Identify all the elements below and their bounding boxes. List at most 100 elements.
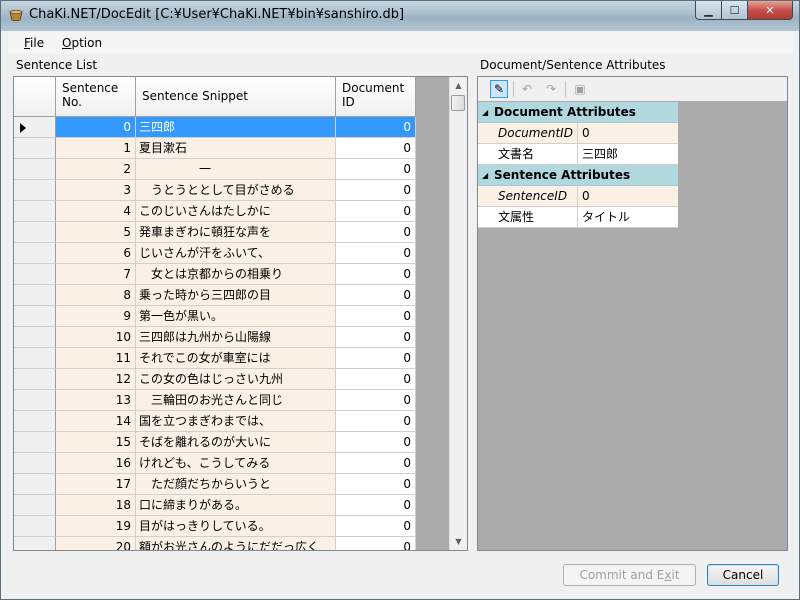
row-header[interactable] <box>14 117 56 138</box>
cell-document-id[interactable]: 0 <box>336 243 416 264</box>
cell-sentence-no[interactable]: 17 <box>56 474 136 495</box>
row-header[interactable] <box>14 180 56 201</box>
cell-document-id[interactable]: 0 <box>336 537 416 550</box>
row-header[interactable] <box>14 474 56 495</box>
cell-sentence-no[interactable]: 16 <box>56 453 136 474</box>
table-row[interactable]: 3 うとうととして目がさめる 0 <box>14 180 416 201</box>
row-header[interactable] <box>14 453 56 474</box>
undo-button[interactable]: ↶ <box>518 80 536 98</box>
cell-snippet[interactable]: 三輪田のお光さんと同じ <box>136 390 336 411</box>
close-button[interactable]: ✕ <box>748 1 793 20</box>
cell-snippet[interactable]: けれども、こうしてみる <box>136 453 336 474</box>
scroll-thumb[interactable] <box>451 95 465 111</box>
cell-snippet[interactable]: 国を立つまぎわまでは、 <box>136 411 336 432</box>
cell-document-id[interactable]: 0 <box>336 495 416 516</box>
cell-sentence-no[interactable]: 6 <box>56 243 136 264</box>
table-row[interactable]: 20 額がお光さんのようにだだっ広く 0 <box>14 537 416 550</box>
table-row[interactable]: 11 それでこの女が車室には 0 <box>14 348 416 369</box>
property-row[interactable]: DocumentID 0 <box>478 123 678 144</box>
commit-and-exit-button[interactable]: Commit and Exit <box>563 564 696 586</box>
property-row[interactable]: 文書名 三四郎 <box>478 144 678 165</box>
cell-snippet[interactable]: このじいさんはたしかに <box>136 201 336 222</box>
cell-snippet[interactable]: 乗った時から三四郎の目 <box>136 285 336 306</box>
table-row[interactable]: 7 女とは京都からの相乗り 0 <box>14 264 416 285</box>
cell-snippet[interactable]: うとうととして目がさめる <box>136 180 336 201</box>
cell-document-id[interactable]: 0 <box>336 201 416 222</box>
cell-sentence-no[interactable]: 13 <box>56 390 136 411</box>
table-row[interactable]: 2 一0 <box>14 159 416 180</box>
cell-sentence-no[interactable]: 4 <box>56 201 136 222</box>
row-header[interactable] <box>14 243 56 264</box>
cell-document-id[interactable]: 0 <box>336 159 416 180</box>
cell-sentence-no[interactable]: 1 <box>56 138 136 159</box>
row-header[interactable] <box>14 264 56 285</box>
cancel-button[interactable]: Cancel <box>707 564 779 586</box>
row-header[interactable] <box>14 411 56 432</box>
cell-sentence-no[interactable]: 7 <box>56 264 136 285</box>
table-row[interactable]: 14 国を立つまぎわまでは、 0 <box>14 411 416 432</box>
table-row[interactable]: 10 三四郎は九州から山陽線 0 <box>14 327 416 348</box>
menu-option[interactable]: Option <box>62 36 102 50</box>
edit-button[interactable]: ✎ <box>490 80 508 98</box>
cell-snippet[interactable]: 口に締まりがある。 <box>136 495 336 516</box>
save-button[interactable]: ▣ <box>571 80 589 98</box>
cell-document-id[interactable]: 0 <box>336 222 416 243</box>
cell-snippet[interactable]: 発車まぎわに頓狂な声を <box>136 222 336 243</box>
cell-document-id[interactable]: 0 <box>336 348 416 369</box>
cell-snippet[interactable]: 第一色が黒い。 <box>136 306 336 327</box>
cell-sentence-no[interactable]: 3 <box>56 180 136 201</box>
cell-document-id[interactable]: 0 <box>336 117 416 138</box>
property-row[interactable]: SentenceID 0 <box>478 186 678 207</box>
cell-sentence-no[interactable]: 14 <box>56 411 136 432</box>
cell-snippet[interactable]: そばを離れるのが大いに <box>136 432 336 453</box>
cell-snippet[interactable]: 目がはっきりしている。 <box>136 516 336 537</box>
cell-document-id[interactable]: 0 <box>336 453 416 474</box>
table-row[interactable]: 15 そばを離れるのが大いに 0 <box>14 432 416 453</box>
row-header[interactable] <box>14 537 56 550</box>
cell-snippet[interactable]: 一 <box>136 159 336 180</box>
cell-sentence-no[interactable]: 12 <box>56 369 136 390</box>
table-row[interactable]: 4 このじいさんはたしかに 0 <box>14 201 416 222</box>
row-header[interactable] <box>14 432 56 453</box>
cell-sentence-no[interactable]: 2 <box>56 159 136 180</box>
table-row[interactable]: 6 じいさんが汗をふいて、 0 <box>14 243 416 264</box>
header-corner[interactable] <box>14 77 56 117</box>
row-header[interactable] <box>14 201 56 222</box>
cell-sentence-no[interactable]: 9 <box>56 306 136 327</box>
cell-document-id[interactable]: 0 <box>336 369 416 390</box>
table-row[interactable]: 17 ただ顔だちからいうと 0 <box>14 474 416 495</box>
scroll-down-icon[interactable]: ▼ <box>450 533 467 550</box>
cell-document-id[interactable]: 0 <box>336 306 416 327</box>
cell-document-id[interactable]: 0 <box>336 180 416 201</box>
cell-snippet[interactable]: 女とは京都からの相乗り <box>136 264 336 285</box>
property-row[interactable]: 文属性 タイトル <box>478 207 678 228</box>
property-value[interactable]: 三四郎 <box>578 144 678 165</box>
cell-snippet[interactable]: 額がお光さんのようにだだっ広く <box>136 537 336 550</box>
cell-sentence-no[interactable]: 8 <box>56 285 136 306</box>
cell-document-id[interactable]: 0 <box>336 327 416 348</box>
cell-snippet[interactable]: じいさんが汗をふいて、 <box>136 243 336 264</box>
cell-snippet[interactable]: この女の色はじっさい九州 <box>136 369 336 390</box>
cell-snippet[interactable]: 三四郎 <box>136 117 336 138</box>
cell-document-id[interactable]: 0 <box>336 474 416 495</box>
cell-document-id[interactable]: 0 <box>336 264 416 285</box>
menu-file[interactable]: File <box>24 36 44 50</box>
cell-sentence-no[interactable]: 15 <box>56 432 136 453</box>
row-header[interactable] <box>14 495 56 516</box>
cell-document-id[interactable]: 0 <box>336 285 416 306</box>
column-header-document-id[interactable]: Document ID <box>336 77 416 117</box>
table-row[interactable]: 0 三四郎 0 <box>14 117 416 138</box>
table-row[interactable]: 5 発車まぎわに頓狂な声を 0 <box>14 222 416 243</box>
cell-sentence-no[interactable]: 18 <box>56 495 136 516</box>
row-header[interactable] <box>14 306 56 327</box>
collapse-triangle-icon[interactable]: ◢ <box>482 165 488 186</box>
cell-sentence-no[interactable]: 19 <box>56 516 136 537</box>
category-sentence-attributes[interactable]: ◢ Sentence Attributes <box>478 165 678 186</box>
cell-document-id[interactable]: 0 <box>336 390 416 411</box>
table-row[interactable]: 8 乗った時から三四郎の目 0 <box>14 285 416 306</box>
table-row[interactable]: 18 口に締まりがある。 0 <box>14 495 416 516</box>
cell-sentence-no[interactable]: 11 <box>56 348 136 369</box>
row-header[interactable] <box>14 390 56 411</box>
cell-sentence-no[interactable]: 5 <box>56 222 136 243</box>
table-row[interactable]: 19 目がはっきりしている。 0 <box>14 516 416 537</box>
